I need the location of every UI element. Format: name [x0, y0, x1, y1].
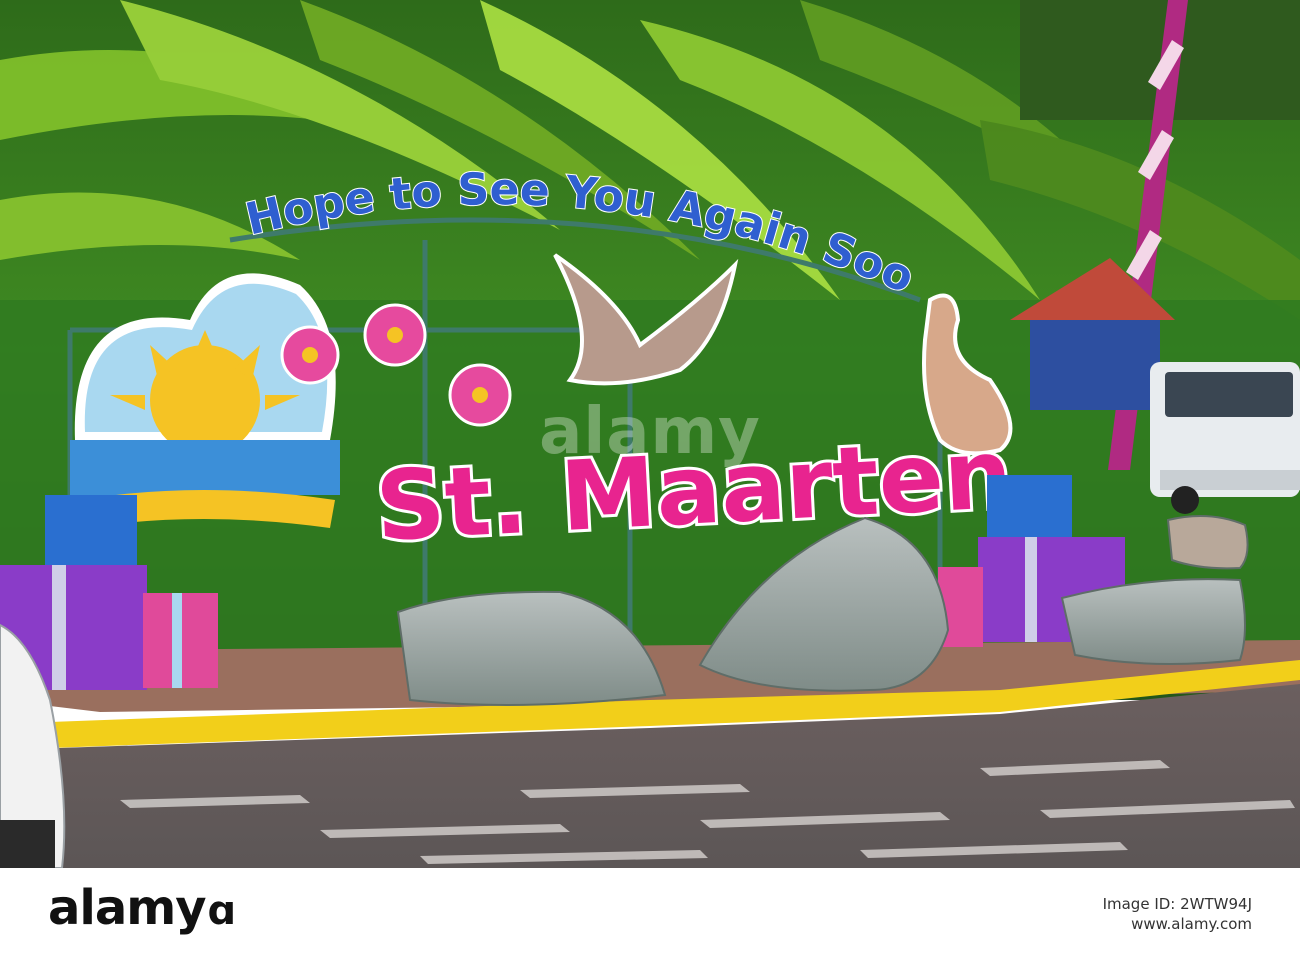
photo-scene: Hope to See You Again Soon! St. Maarten …	[0, 0, 1300, 868]
site-url: www.alamy.com	[1131, 915, 1252, 933]
white-van	[1150, 362, 1300, 514]
footer-image-info: Image ID: 2WTW94J www.alamy.com	[1103, 894, 1252, 934]
image-id: Image ID: 2WTW94J	[1102, 895, 1252, 913]
footer-logo-text: alamy	[48, 880, 207, 936]
footer-bar: alamyɑ Image ID: 2WTW94J www.alamy.com	[0, 868, 1300, 956]
footer-logo: alamyɑ	[48, 880, 237, 936]
logo-mark-icon: ɑ	[207, 888, 237, 934]
